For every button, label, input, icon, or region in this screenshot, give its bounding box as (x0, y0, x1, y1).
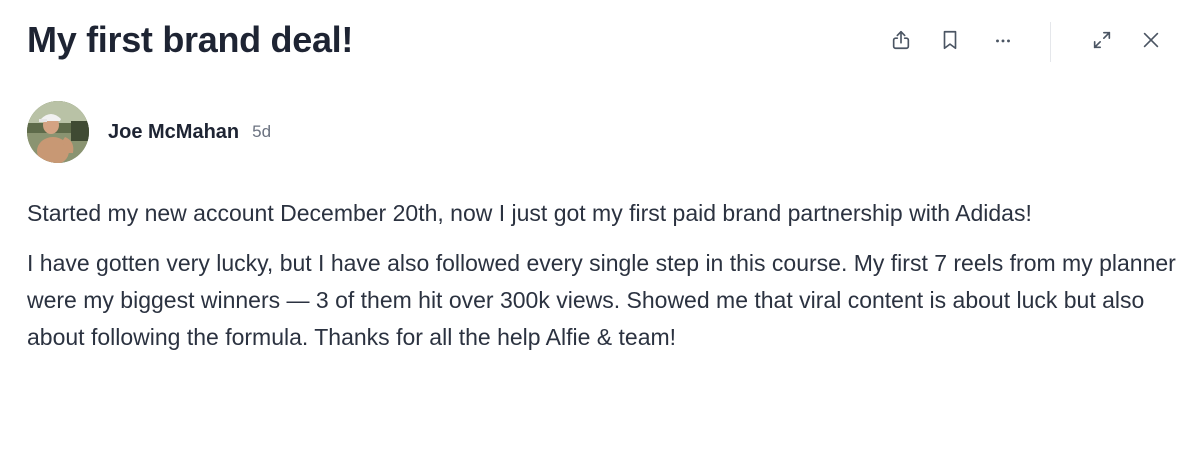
bookmark-icon (943, 30, 957, 50)
post-paragraph: Started my new account December 20th, no… (27, 200, 1032, 226)
toolbar-divider (1050, 22, 1051, 62)
post-body: Started my new account December 20th, no… (27, 195, 1177, 369)
close-button[interactable] (1133, 22, 1169, 58)
avatar-photo (27, 101, 89, 163)
post-panel: My first brand deal! Joe McMahan 5d Star… (0, 0, 1200, 460)
close-icon (1143, 32, 1159, 48)
post-author: Joe McMahan 5d (27, 101, 271, 163)
more-options-button[interactable] (985, 22, 1021, 58)
post-paragraph: I have gotten very lucky, but I have als… (27, 250, 1176, 350)
more-icon (996, 39, 1010, 43)
avatar[interactable] (27, 101, 89, 163)
expand-icon (1093, 31, 1111, 49)
author-name[interactable]: Joe McMahan (108, 121, 239, 144)
share-button[interactable] (883, 22, 919, 58)
post-title: My first brand deal! (27, 19, 354, 60)
post-timestamp: 5d (252, 122, 272, 141)
share-icon (892, 30, 910, 50)
bookmark-button[interactable] (932, 22, 968, 58)
expand-button[interactable] (1084, 22, 1120, 58)
